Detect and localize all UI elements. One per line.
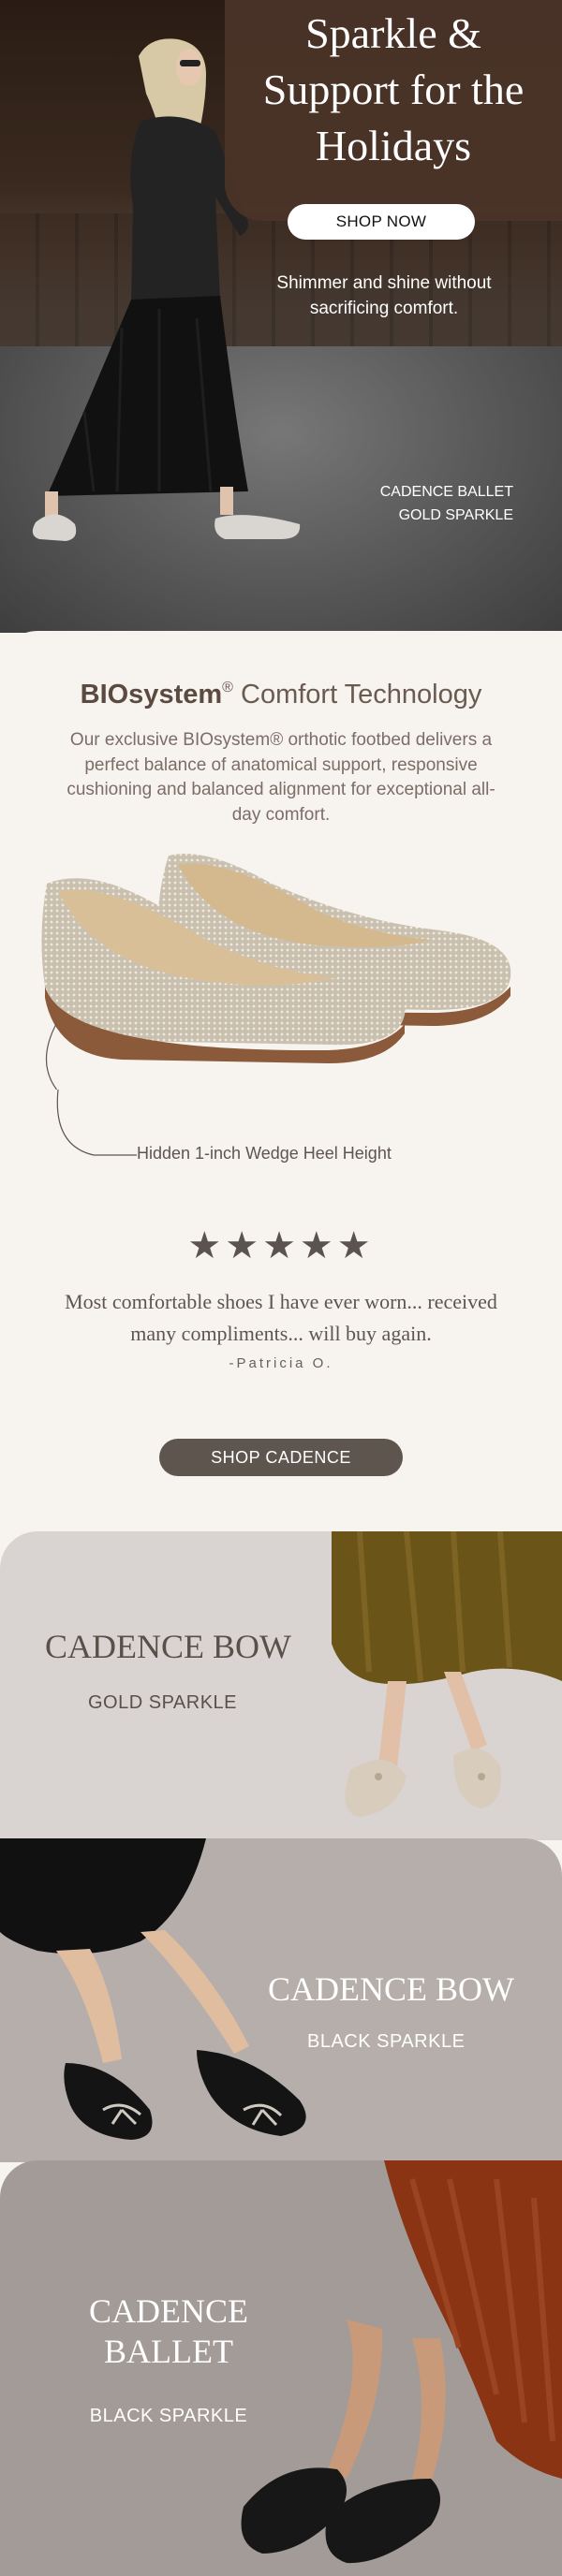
biosystem-title: BIOsystem® Comfort Technology bbox=[0, 680, 562, 710]
shop-cadence-button[interactable]: SHOP CADENCE bbox=[159, 1439, 403, 1476]
wedge-heel-caption: Hidden 1-inch Wedge Heel Height bbox=[137, 1144, 392, 1163]
review-author: -Patricia O. bbox=[229, 1355, 333, 1371]
biosystem-title-brand: BIOsystem bbox=[80, 680, 223, 710]
biosystem-description: Our exclusive BIOsystem® orthotic footbe… bbox=[67, 730, 495, 825]
registered-mark: ® bbox=[222, 680, 233, 695]
email-page: Sparkle & Support for the Holidays SHOP … bbox=[0, 0, 562, 2576]
product-2-variant: BLACK SPARKLE bbox=[307, 2031, 466, 2052]
biosystem-section: BIOsystem® Comfort Technology Our exclus… bbox=[0, 631, 562, 1539]
product-3-name-line2: BALLET bbox=[104, 2333, 233, 2371]
hero-caption-color: GOLD SPARKLE bbox=[398, 506, 513, 523]
hero-product-caption: CADENCE BALLET GOLD SPARKLE bbox=[337, 481, 513, 528]
biosystem-title-rest: Comfort Technology bbox=[232, 680, 482, 710]
hero-caption-product-name: CADENCE BALLET bbox=[379, 484, 513, 500]
hero-subtitle: Shimmer and shine without sacrificing co… bbox=[276, 273, 492, 318]
product-1-name: CADENCE BOW bbox=[45, 1628, 291, 1665]
wedge-callout-line bbox=[56, 1090, 137, 1156]
product-3-name-line1: CADENCE bbox=[89, 2292, 248, 2330]
review-quote: Most comfortable shoes I have ever worn.… bbox=[65, 1290, 497, 1346]
cadence-wedge-shoes-image[interactable] bbox=[37, 846, 525, 1090]
product-block-cadence-bow-gold[interactable]: CADENCE BOW GOLD SPARKLE bbox=[0, 1531, 562, 1840]
hero-banner[interactable]: Sparkle & Support for the Holidays SHOP … bbox=[0, 0, 562, 633]
product-block-cadence-ballet-black[interactable]: CADENCE BALLET BLACK SPARKLE bbox=[0, 2160, 562, 2576]
product-3-variant: BLACK SPARKLE bbox=[89, 2406, 248, 2426]
cadence-bow-gold-image bbox=[332, 1531, 562, 1817]
product-1-variant: GOLD SPARKLE bbox=[88, 1692, 238, 1713]
product-3-name: CADENCE BALLET bbox=[0, 2291, 337, 2372]
shop-now-button[interactable]: SHOP NOW bbox=[288, 204, 475, 240]
hero-title: Sparkle & Support for the Holidays bbox=[262, 9, 525, 169]
star-rating: ★★★★★ bbox=[187, 1225, 375, 1266]
product-block-cadence-bow-black[interactable]: CADENCE BOW BLACK SPARKLE bbox=[0, 1838, 562, 2162]
product-2-name: CADENCE BOW bbox=[268, 1970, 514, 2008]
